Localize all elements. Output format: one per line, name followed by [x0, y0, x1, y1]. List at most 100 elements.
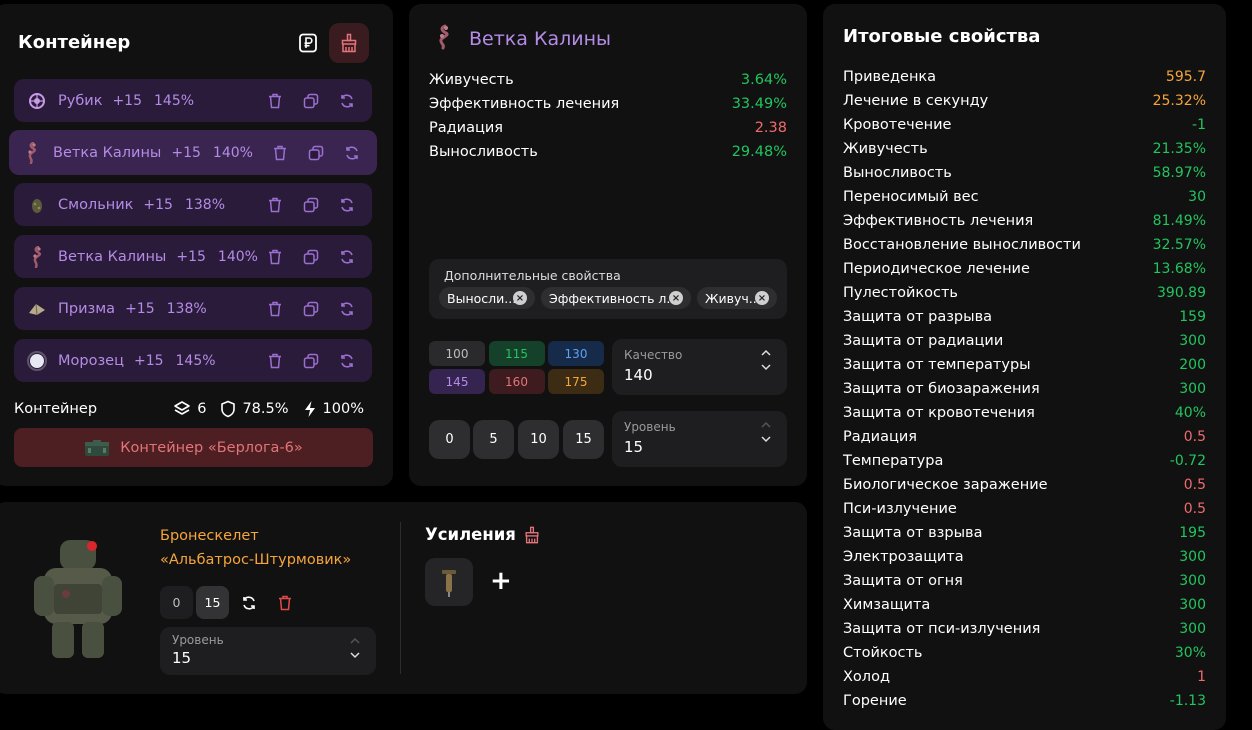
- armor-level-select[interactable]: Уровень 15: [160, 627, 376, 675]
- property-value: 3.64%: [740, 72, 787, 88]
- extra-properties-label: Дополнительные свойства: [444, 268, 621, 283]
- kalina-branch-artifact-icon: [21, 141, 43, 164]
- extra-chip[interactable]: Живуч... ×: [697, 287, 777, 309]
- extra-chip[interactable]: Выносли... ×: [439, 287, 535, 309]
- refresh-icon[interactable]: [338, 196, 356, 214]
- total-property-row: Периодическое лечение 13.68%: [843, 259, 1206, 279]
- extra-chip[interactable]: Эффективность л... ×: [541, 287, 691, 309]
- artifact-row[interactable]: Морозец +15 145%: [14, 339, 372, 382]
- container-panel: Контейнер Рубик +15 145% Ветка Калины +15 140…: [0, 4, 393, 486]
- chevron-up-icon[interactable]: [761, 421, 771, 429]
- chevron-down-icon[interactable]: [761, 363, 771, 371]
- artifact-row[interactable]: Ветка Калины +15 140%: [14, 235, 372, 278]
- container-select-button[interactable]: Контейнер «Берлога-6»: [14, 428, 373, 467]
- property-name: Выносливость: [429, 144, 538, 160]
- total-property-row: Радиация 0.5: [843, 427, 1206, 447]
- quality-button-160[interactable]: 160: [488, 369, 545, 394]
- artifact-name: Морозец: [58, 352, 124, 369]
- chip-remove-icon[interactable]: ×: [755, 291, 769, 305]
- total-property-row: Холод 1: [843, 667, 1206, 687]
- quality-button-100[interactable]: 100: [429, 341, 485, 366]
- kalina-branch-artifact-icon: [26, 245, 48, 268]
- total-property-row: Защита от температуры 200: [843, 355, 1206, 375]
- copy-icon[interactable]: [302, 352, 320, 370]
- total-property-name: Кровотечение: [843, 117, 952, 133]
- refresh-icon[interactable]: [338, 352, 356, 370]
- delete-icon[interactable]: [268, 586, 301, 619]
- chevron-up-icon[interactable]: [350, 637, 360, 645]
- property-value: 2.38: [754, 120, 787, 136]
- artifact-row[interactable]: Смольник +15 138%: [14, 183, 372, 226]
- delete-icon[interactable]: [266, 300, 284, 318]
- refresh-icon[interactable]: [232, 586, 265, 619]
- total-property-name: Защита от пси-излучения: [843, 621, 1041, 637]
- quality-select[interactable]: Качество 140: [612, 339, 787, 395]
- total-property-name: Пси-излучение: [843, 501, 957, 517]
- syringe-boost-icon: [442, 570, 456, 597]
- artifact-level: +15: [125, 300, 155, 317]
- refresh-icon[interactable]: [338, 248, 356, 266]
- slots-count: 6: [197, 401, 207, 417]
- total-property-value: 159: [1179, 309, 1206, 325]
- chevron-down-icon[interactable]: [350, 651, 360, 659]
- copy-icon[interactable]: [302, 196, 320, 214]
- delete-icon[interactable]: [266, 352, 284, 370]
- refresh-icon[interactable]: [343, 144, 361, 162]
- artifact-name: Смольник: [58, 196, 134, 213]
- armor-name-line1: Бронескелет: [160, 528, 259, 544]
- level-button-15[interactable]: 15: [563, 420, 604, 459]
- total-property-value: 58.97%: [1152, 165, 1206, 181]
- level-button-10[interactable]: 10: [518, 420, 559, 459]
- total-property-name: Защита от биозаражения: [843, 381, 1040, 397]
- artifact-percent: 145%: [154, 92, 195, 109]
- total-property-name: Защита от радиации: [843, 333, 1004, 349]
- chip-remove-icon[interactable]: ×: [513, 291, 527, 305]
- chevron-down-icon[interactable]: [761, 435, 771, 443]
- broom-clear-icon[interactable]: [329, 23, 369, 63]
- total-property-name: Выносливость: [843, 165, 952, 181]
- broom-clear-icon[interactable]: [523, 525, 541, 545]
- artifact-row[interactable]: Призма +15 138%: [14, 287, 372, 330]
- total-property-row: Переносимый вес 30: [843, 187, 1206, 207]
- artifact-row[interactable]: Ветка Калины +15 140%: [9, 130, 377, 175]
- artifact-percent: 138%: [184, 196, 225, 213]
- refresh-icon[interactable]: [338, 300, 356, 318]
- total-property-value: -1: [1192, 117, 1206, 133]
- level-button-5[interactable]: 5: [473, 420, 514, 459]
- delete-icon[interactable]: [271, 144, 289, 162]
- total-property-value: 300: [1179, 621, 1206, 637]
- armor-level-min-button[interactable]: 0: [160, 586, 193, 619]
- level-value: 15: [624, 438, 644, 456]
- quality-button-145[interactable]: 145: [429, 369, 485, 394]
- delete-icon[interactable]: [266, 92, 284, 110]
- ruble-price-icon[interactable]: [288, 23, 328, 63]
- armor-level-max-button[interactable]: 15: [196, 586, 229, 619]
- total-property-row: Живучесть 21.35%: [843, 139, 1206, 159]
- copy-icon[interactable]: [307, 144, 325, 162]
- delete-icon[interactable]: [266, 196, 284, 214]
- total-property-name: Эффективность лечения: [843, 213, 1034, 229]
- add-boost-button[interactable]: +: [490, 566, 512, 596]
- boost-slot[interactable]: [425, 558, 473, 606]
- boosts-title: Усиления: [425, 525, 516, 544]
- quality-button-115[interactable]: 115: [488, 341, 545, 366]
- quality-button-175[interactable]: 175: [548, 369, 604, 394]
- quality-button-130[interactable]: 130: [548, 341, 604, 366]
- copy-icon[interactable]: [302, 300, 320, 318]
- chevron-up-icon[interactable]: [761, 349, 771, 357]
- armor-divider: [400, 522, 401, 674]
- chip-remove-icon[interactable]: ×: [669, 291, 683, 305]
- refresh-icon[interactable]: [338, 92, 356, 110]
- delete-icon[interactable]: [266, 248, 284, 266]
- level-select[interactable]: Уровень 15: [612, 411, 787, 467]
- total-property-name: Химзащита: [843, 597, 931, 613]
- level-button-0[interactable]: 0: [429, 420, 470, 459]
- total-property-name: Горение: [843, 693, 907, 709]
- total-property-value: 13.68%: [1152, 261, 1206, 277]
- copy-icon[interactable]: [302, 248, 320, 266]
- copy-icon[interactable]: [302, 92, 320, 110]
- total-property-name: Восстановление выносливости: [843, 237, 1081, 253]
- artifact-name: Призма: [58, 300, 116, 317]
- protection-value: 78.5%: [242, 401, 289, 417]
- artifact-row[interactable]: Рубик +15 145%: [14, 79, 372, 122]
